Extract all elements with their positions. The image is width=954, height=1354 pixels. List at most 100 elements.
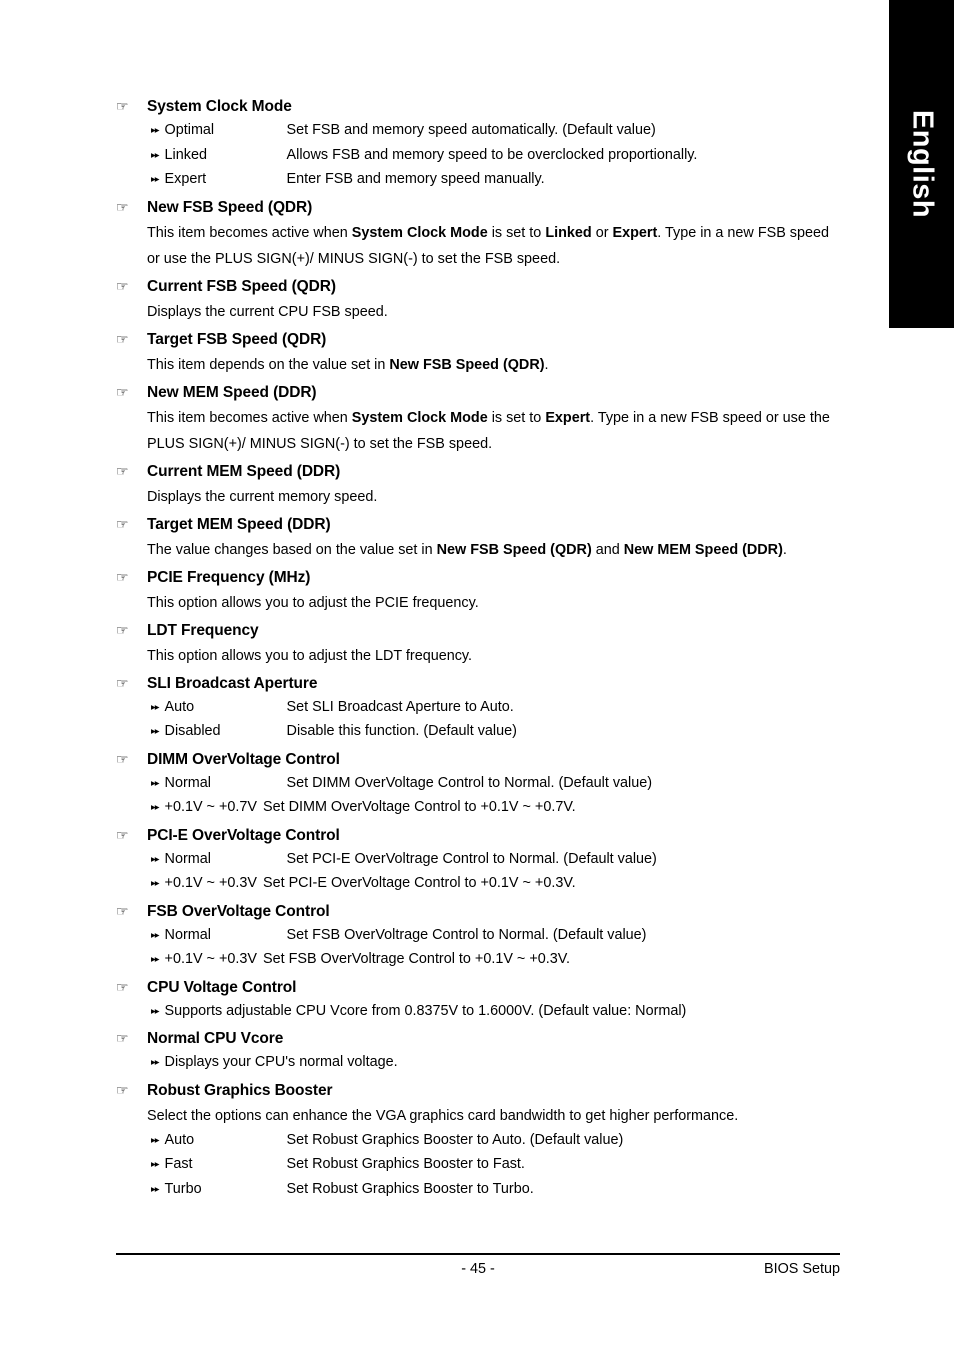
section-title: Robust Graphics Booster: [147, 1081, 333, 1099]
double-arrow-icon: ▸▸: [151, 777, 159, 789]
document-section-label: BIOS Setup: [764, 1261, 840, 1277]
manual-section: ☞ PCIE Frequency (MHz) This option allows …: [116, 565, 840, 616]
option-label: +0.1V ~ +0.7V: [164, 799, 257, 815]
section-title: CPU Voltage Control: [147, 978, 297, 996]
manual-section: ☞ Robust Graphics Booster Select the optio…: [116, 1078, 840, 1203]
section-title: FSB OverVoltage Control: [147, 902, 330, 920]
option-label: Auto: [164, 1131, 195, 1148]
pointing-hand-icon: ☞: [116, 277, 129, 294]
option-description: Set DIMM OverVoltage Control to Normal. …: [286, 774, 653, 791]
pointing-hand-icon: ☞: [116, 1081, 129, 1098]
pointing-hand-icon: ☞: [116, 902, 129, 919]
pointing-hand-icon: ☞: [116, 515, 129, 532]
option-row: ▸▸ +0.1V ~ +0.3V Set PCI-E OverVoltage Con…: [151, 872, 840, 897]
manual-section: ☞ Target FSB Speed (QDR) This item depends…: [116, 327, 840, 378]
pointing-hand-icon: ☞: [116, 978, 129, 995]
double-arrow-icon: ▸▸: [151, 1183, 159, 1195]
option-description: Set FSB OverVoltrage Control to Normal. …: [286, 926, 647, 943]
double-arrow-icon: ▸▸: [151, 726, 159, 737]
pointing-hand-icon: ☞: [116, 674, 129, 691]
option-row: ▸▸ Normal Set FSB OverVoltrage Control to …: [151, 924, 840, 949]
option-row: ▸▸ Linked Allows FSB and memory speed to b…: [151, 144, 840, 169]
section-description: This option allows you to adjust the LDT…: [147, 647, 473, 664]
option-label: Turbo: [164, 1180, 202, 1197]
option-description: Set PCI-E OverVoltage Control to +0.1V ~…: [262, 875, 576, 891]
pointing-hand-icon: ☞: [116, 826, 129, 843]
page-number: - 45 -: [461, 1261, 495, 1277]
section-heading: ☞ New MEM Speed (DDR): [116, 380, 840, 405]
option-label: Normal: [164, 774, 211, 791]
option-row: ▸▸ Expert Enter FSB and memory speed manua…: [151, 168, 840, 193]
manual-section: ☞ LDT Frequency This option allows you to …: [116, 618, 840, 669]
section-heading: ☞ PCI-E OverVoltage Control: [116, 823, 840, 848]
option-row: ▸▸ Auto Set Robust Graphics Booster to Aut…: [151, 1129, 840, 1154]
option-label: Normal: [164, 926, 211, 943]
double-arrow-icon: ▸▸: [151, 1134, 159, 1146]
option-description: Set Robust Graphics Booster to Auto. (De…: [286, 1131, 624, 1148]
section-heading: ☞ SLI Broadcast Aperture: [116, 671, 840, 696]
option-description: Set PCI-E OverVoltrage Control to Normal…: [286, 850, 657, 867]
option-label: Disabled: [164, 723, 221, 739]
pointing-hand-icon: ☞: [116, 462, 129, 479]
double-arrow-icon: ▸▸: [151, 1057, 159, 1068]
section-title: PCIE Frequency (MHz): [147, 568, 311, 586]
section-description: The value changes based on the value set…: [147, 541, 787, 558]
section-title: Current MEM Speed (DDR): [147, 462, 341, 480]
section-heading: ☞ CPU Voltage Control: [116, 975, 840, 1000]
pointing-hand-icon: ☞: [116, 98, 129, 114]
option-description: Displays your CPU's normal voltage.: [164, 1054, 398, 1070]
option-row: ▸▸ Fast Set Robust Graphics Booster to Fas…: [151, 1153, 840, 1178]
section-title: DIMM OverVoltage Control: [147, 750, 340, 768]
option-row: ▸▸ Normal Set DIMM OverVoltage Control to …: [151, 772, 840, 797]
section-description: Displays the current CPU FSB speed.: [147, 303, 388, 320]
option-label: Auto: [164, 698, 195, 715]
double-arrow-icon: ▸▸: [151, 174, 159, 185]
manual-section: ☞ PCI-E OverVoltage Control ▸▸ Normal Set PC…: [116, 823, 840, 897]
option-row: ▸▸ +0.1V ~ +0.7V Set DIMM OverVoltage Cont…: [151, 796, 840, 821]
manual-section: ☞ FSB OverVoltage Control ▸▸ Normal Set FSB …: [116, 899, 840, 973]
option-description: Allows FSB and memory speed to be overcl…: [286, 146, 698, 163]
manual-section: ☞ SLI Broadcast Aperture ▸▸ Auto Set SLI Bro…: [116, 671, 840, 745]
section-heading: ☞ Target FSB Speed (QDR): [116, 327, 840, 352]
section-heading: ☞ DIMM OverVoltage Control: [116, 747, 840, 772]
option-label: +0.1V ~ +0.3V: [164, 875, 257, 891]
pointing-hand-icon: ☞: [116, 1030, 129, 1046]
double-arrow-icon: ▸▸: [151, 1159, 159, 1170]
option-row: ▸▸ +0.1V ~ +0.3V Set FSB OverVoltrage Cont…: [151, 948, 840, 973]
section-heading: ☞ Normal CPU Vcore: [116, 1026, 840, 1051]
manual-section: ☞ CPU Voltage Control ▸▸ Supports adjustabl…: [116, 975, 840, 1025]
manual-section: ☞ System Clock Mode ▸▸ Optimal Set FSB and m…: [116, 94, 840, 193]
double-arrow-icon: ▸▸: [151, 802, 159, 813]
section-heading: ☞ FSB OverVoltage Control: [116, 899, 840, 924]
double-arrow-icon: ▸▸: [151, 853, 159, 865]
manual-section: ☞ Current FSB Speed (QDR) Displays the cur…: [116, 274, 840, 325]
pointing-hand-icon: ☞: [116, 750, 129, 767]
manual-section: ☞ New MEM Speed (DDR) This item becomes ac…: [116, 380, 840, 457]
section-heading: ☞ Target MEM Speed (DDR): [116, 512, 840, 537]
language-tab: English: [889, 0, 954, 328]
manual-section: ☞ Target MEM Speed (DDR) The value changes…: [116, 512, 840, 563]
option-label: Fast: [164, 1156, 193, 1172]
option-row: ▸▸ Supports adjustable CPU Vcore from 0.8…: [151, 1000, 840, 1025]
option-description: Supports adjustable CPU Vcore from 0.837…: [164, 1002, 687, 1019]
double-arrow-icon: ▸▸: [151, 929, 159, 941]
section-title: New MEM Speed (DDR): [147, 383, 317, 401]
manual-section: ☞ Normal CPU Vcore ▸▸ Displays your CPU's n…: [116, 1026, 840, 1076]
section-heading: ☞ PCIE Frequency (MHz): [116, 565, 840, 590]
option-label: +0.1V ~ +0.3V: [164, 951, 257, 967]
section-heading: ☞ LDT Frequency: [116, 618, 840, 643]
option-row: ▸▸ Disabled Disable this function. (Defaul…: [151, 720, 840, 745]
section-description: This option allows you to adjust the PCI…: [147, 594, 479, 611]
option-row: ▸▸ Normal Set PCI-E OverVoltrage Control t…: [151, 848, 840, 873]
section-heading: ☞ Current MEM Speed (DDR): [116, 459, 840, 484]
pointing-hand-icon: ☞: [116, 330, 129, 347]
option-description: Set SLI Broadcast Aperture to Auto.: [286, 698, 514, 715]
double-arrow-icon: ▸▸: [151, 954, 159, 965]
option-description: Set Robust Graphics Booster to Turbo.: [286, 1180, 534, 1197]
section-title: PCI-E OverVoltage Control: [147, 826, 340, 844]
section-title: New FSB Speed (QDR): [147, 198, 313, 216]
section-description: This item becomes active when System Clo…: [147, 224, 830, 267]
option-label: Linked: [164, 146, 207, 163]
section-heading: ☞ Current FSB Speed (QDR): [116, 274, 840, 299]
manual-section: ☞ DIMM OverVoltage Control ▸▸ Normal Set DIM…: [116, 747, 840, 821]
